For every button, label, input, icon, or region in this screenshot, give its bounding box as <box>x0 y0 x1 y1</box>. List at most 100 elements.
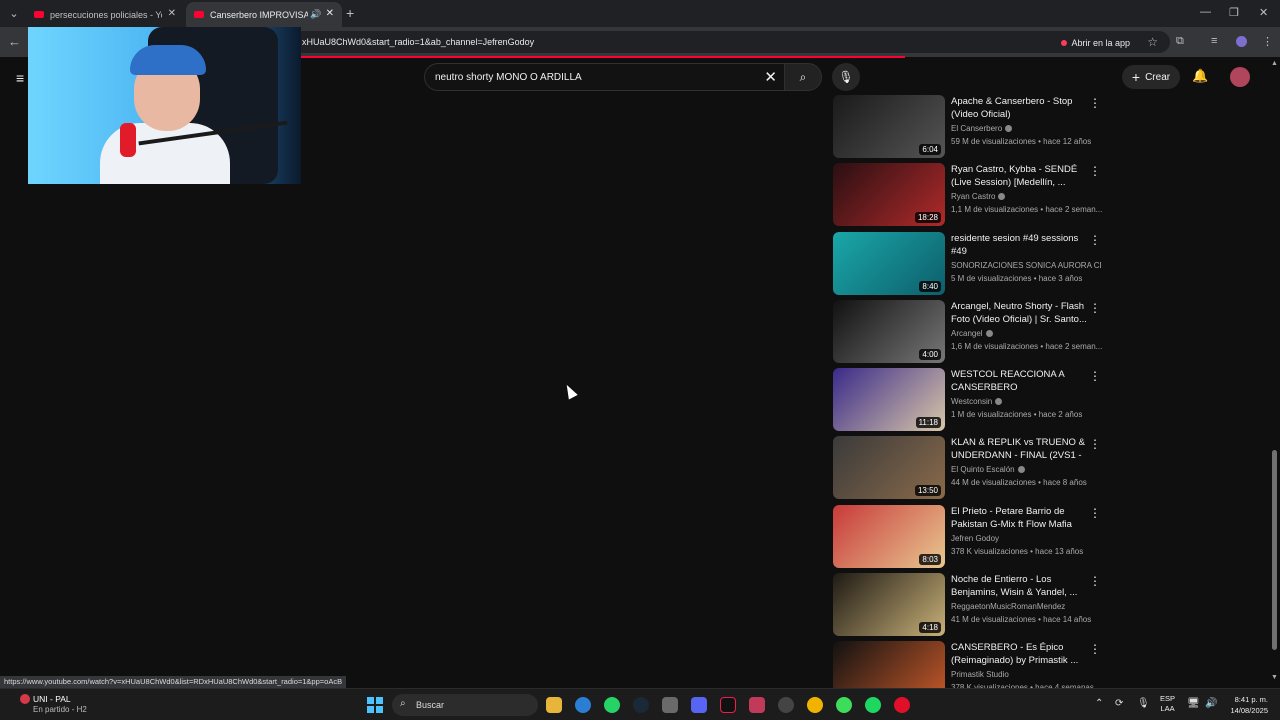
channel-name[interactable]: ReggaetonMusicRomanMendez <box>951 602 1101 611</box>
clear-search-icon[interactable]: ✕ <box>764 68 777 86</box>
spotify-icon[interactable] <box>865 697 881 713</box>
taskbar-search[interactable]: ⌕ Buscar <box>392 694 538 716</box>
window-close-icon[interactable]: ✕ <box>1259 6 1268 19</box>
back-arrow-icon[interactable]: ← <box>8 34 21 49</box>
more-actions-icon[interactable]: ⋮ <box>1089 233 1101 247</box>
tab-persecuciones[interactable]: persecuciones policiales - YouTube ✕ <box>26 2 184 27</box>
taskbar-clock[interactable]: 8:41 p. m. 14/08/2025 <box>1224 694 1268 716</box>
recommendation-item[interactable]: 6:04 Apache & Canserbero - Stop (Video Of… <box>833 95 1105 163</box>
tray-chevron-icon[interactable]: ⌃ <box>1095 698 1103 709</box>
video-title[interactable]: Apache & Canserbero - Stop (Video Oficia… <box>951 95 1091 121</box>
scroll-down-arrow-icon[interactable]: ▼ <box>1271 674 1278 681</box>
tab-canserbero[interactable]: Canserbero IMPROVISANDO 🔊 ✕ <box>186 2 342 27</box>
video-thumbnail[interactable]: 6:04 <box>833 95 945 158</box>
open-in-app-button[interactable]: Abrir en la app <box>1061 35 1130 50</box>
minimize-icon[interactable]: — <box>1200 6 1211 18</box>
url-text[interactable]: xHUaU8ChWd0&start_radio=1&ab_channel=Jef… <box>302 37 534 47</box>
search-button[interactable]: ⌕ <box>784 63 822 91</box>
speaker-icon[interactable]: 🔊 <box>310 9 324 20</box>
game-app-icon[interactable] <box>836 697 852 713</box>
recommendation-item[interactable]: 4:18 Noche de Entierro - Los Benjamins, W… <box>833 573 1105 641</box>
tray-mic-icon[interactable]: 🎙 <box>1137 698 1150 709</box>
more-actions-icon[interactable]: ⋮ <box>1089 301 1101 315</box>
recommendation-item[interactable]: 18:28 Ryan Castro, Kybba - SENDÉ (Live Se… <box>833 163 1105 231</box>
channel-name[interactable]: Ryan Castro <box>951 192 1101 201</box>
widget-title[interactable]: UNI - PAL <box>33 694 71 704</box>
windows-start-icon[interactable] <box>367 697 383 713</box>
snipping-tool-icon[interactable] <box>662 697 678 713</box>
channel-name[interactable]: SONORIZACIONES SONICA AURORA CD... <box>951 261 1101 270</box>
account-avatar[interactable] <box>1230 67 1250 87</box>
search-input[interactable]: neutro shorty MONO O ARDILLA <box>435 72 582 83</box>
bookmark-star-icon[interactable]: ☆ <box>1147 35 1158 49</box>
video-thumbnail[interactable]: 18:28 <box>833 163 945 227</box>
scroll-up-arrow-icon[interactable]: ▲ <box>1271 60 1278 67</box>
video-title[interactable]: CANSERBERO - Es Épico (Reimaginado) by P… <box>951 641 1091 667</box>
sports-widget-icon[interactable] <box>20 694 30 704</box>
more-actions-icon[interactable]: ⋮ <box>1089 96 1101 110</box>
recommendation-item[interactable]: 8:03 El Prieto - Petare Barrio de Pakista… <box>833 504 1105 573</box>
tab-close-icon[interactable]: ✕ <box>168 8 176 19</box>
video-title[interactable]: residente sesion #49 sessions #49 <box>951 232 1091 258</box>
edge-icon[interactable] <box>575 697 591 713</box>
recommendation-item[interactable]: 13:50 KLAN & REPLIK vs TRUENO & UNDERDANN… <box>833 436 1105 504</box>
channel-name[interactable]: Westconsin <box>951 397 1101 406</box>
channel-name[interactable]: Primastik Studio <box>951 670 1101 679</box>
hamburger-menu-icon[interactable]: ≡ <box>16 70 24 86</box>
video-title[interactable]: Arcangel, Neutro Shorty - Flash Foto (Vi… <box>951 300 1091 326</box>
steam-icon[interactable] <box>633 697 649 713</box>
notifications-bell-icon[interactable]: 🔔 <box>1192 68 1208 84</box>
more-actions-icon[interactable]: ⋮ <box>1089 642 1101 656</box>
tiktok-icon[interactable] <box>720 697 736 713</box>
search-box[interactable]: neutro shorty MONO O ARDILLA ✕ <box>424 63 786 91</box>
video-thumbnail[interactable]: 4:18 <box>833 573 945 637</box>
browser-menu-icon[interactable]: ⋮ <box>1262 35 1273 48</box>
video-title[interactable]: WESTCOL REACCIONA A CANSERBERO <box>951 368 1091 394</box>
f-app-icon[interactable] <box>749 697 765 713</box>
video-title[interactable]: El Prieto - Petare Barrio de Pakistan G-… <box>951 505 1091 531</box>
video-title[interactable]: KLAN & REPLIK vs TRUENO & UNDERDANN - FI… <box>951 436 1091 462</box>
tray-sync-icon[interactable]: ⟳ <box>1115 698 1123 709</box>
more-actions-icon[interactable]: ⋮ <box>1089 164 1101 178</box>
verified-badge-icon <box>998 193 1006 201</box>
whatsapp-icon[interactable] <box>604 697 620 713</box>
video-thumbnail[interactable]: 11:18 <box>833 368 945 432</box>
more-actions-icon[interactable]: ⋮ <box>1089 574 1101 588</box>
volume-icon[interactable]: 🔊 <box>1205 698 1217 709</box>
scrollbar-thumb[interactable] <box>1272 450 1277 650</box>
restore-icon[interactable]: ❐ <box>1229 6 1239 19</box>
video-title[interactable]: Noche de Entierro - Los Benjamins, Wisin… <box>951 573 1091 599</box>
browser-profile-avatar[interactable] <box>1236 36 1247 47</box>
recommendation-item[interactable]: 11:18 WESTCOL REACCIONA A CANSERBERO Westc… <box>833 368 1105 436</box>
more-actions-icon[interactable]: ⋮ <box>1089 437 1101 451</box>
media-control-icon[interactable]: ≡ <box>1211 35 1217 47</box>
chrome-icon[interactable] <box>807 697 823 713</box>
address-bar[interactable]: xHUaU8ChWd0&start_radio=1&ab_channel=Jef… <box>292 31 1170 53</box>
video-thumbnail[interactable]: 13:50 <box>833 436 945 500</box>
input-language[interactable]: ESP LAA <box>1160 694 1175 714</box>
video-thumbnail[interactable]: 4:00 <box>833 299 945 363</box>
network-icon[interactable]: 🖥 <box>1187 698 1200 709</box>
channel-name[interactable]: El Quinto Escalón <box>951 465 1101 474</box>
channel-name[interactable]: Jefren Godoy <box>951 534 1101 543</box>
create-button[interactable]: + Crear <box>1122 65 1180 89</box>
video-title[interactable]: Ryan Castro, Kybba - SENDÉ (Live Session… <box>951 163 1091 189</box>
tab-close-icon[interactable]: ✕ <box>326 8 334 19</box>
opera-icon[interactable] <box>894 697 910 713</box>
obs-icon[interactable] <box>778 697 794 713</box>
video-thumbnail[interactable]: 8:40 <box>833 231 945 295</box>
more-actions-icon[interactable]: ⋮ <box>1089 369 1101 383</box>
recommendation-item[interactable]: 8:40 residente sesion #49 sessions #49 SON… <box>833 231 1105 300</box>
voice-search-mic-icon[interactable]: 🎙 <box>832 63 860 91</box>
extensions-icon[interactable]: ⧉ <box>1176 35 1184 48</box>
channel-name[interactable]: Arcangel <box>951 329 1101 338</box>
new-tab-button[interactable]: + <box>346 5 354 21</box>
video-thumbnail[interactable]: 8:03 <box>833 504 945 568</box>
file-explorer-icon[interactable] <box>546 697 562 713</box>
tab-search-chevron-icon[interactable]: ⌄ <box>6 6 22 22</box>
channel-name[interactable]: El Canserbero <box>951 124 1101 133</box>
discord-icon[interactable] <box>691 697 707 713</box>
more-actions-icon[interactable]: ⋮ <box>1089 506 1101 520</box>
widget-subtitle[interactable]: En partido - H2 <box>33 705 87 714</box>
recommendation-item[interactable]: 4:00 Arcangel, Neutro Shorty - Flash Foto… <box>833 299 1105 368</box>
